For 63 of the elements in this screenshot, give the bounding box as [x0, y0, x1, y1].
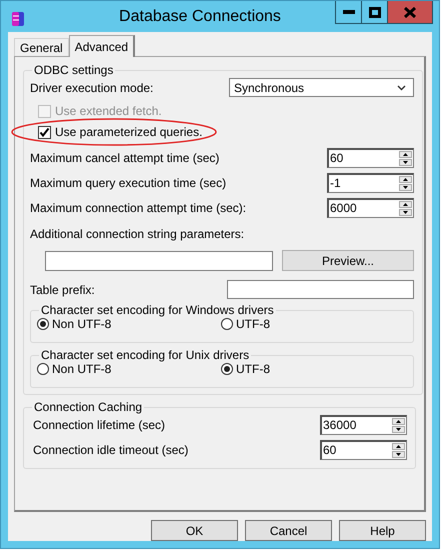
spin-up-button[interactable]: [392, 418, 405, 425]
down-arrow-icon: [403, 186, 408, 189]
spin-down-button[interactable]: [392, 426, 405, 433]
dialog-button[interactable]: Help: [339, 520, 426, 541]
spin-up-button[interactable]: [399, 151, 412, 158]
spin-down-button[interactable]: [399, 209, 412, 216]
close-button[interactable]: [387, 1, 433, 24]
field-label: Connection lifetime (sec): [33, 418, 166, 432]
database-icon: [11, 10, 25, 28]
spin-up-button[interactable]: [399, 176, 412, 183]
up-arrow-icon: [403, 203, 408, 206]
spin-down-button[interactable]: [399, 184, 412, 191]
down-arrow-icon: [396, 453, 401, 456]
radio-label[interactable]: UTF-8: [236, 317, 270, 331]
number-field[interactable]: 60: [327, 148, 414, 168]
group-title: ODBC settings: [33, 63, 114, 77]
preview-button[interactable]: Preview...: [282, 250, 414, 271]
field-label: Table prefix:: [30, 282, 95, 296]
spin-up-button[interactable]: [392, 443, 405, 450]
minimize-icon: [342, 10, 354, 14]
down-arrow-icon: [403, 161, 408, 164]
field-label: Driver execution mode:: [30, 80, 154, 94]
field-label: Maximum query execution time (sec): [30, 176, 226, 190]
number-field[interactable]: 60: [320, 440, 407, 460]
spin-down-button[interactable]: [399, 159, 412, 166]
up-arrow-icon: [403, 178, 408, 181]
text-field[interactable]: [227, 280, 414, 299]
radio-button[interactable]: [37, 363, 49, 375]
radio-button[interactable]: [221, 318, 233, 330]
dropdown[interactable]: Synchronous: [229, 78, 414, 97]
number-field[interactable]: -1: [327, 173, 414, 193]
field-label: Maximum cancel attempt time (sec): [30, 151, 220, 165]
up-arrow-icon: [396, 445, 401, 448]
number-field[interactable]: 6000: [327, 198, 414, 218]
spin-down-button[interactable]: [392, 451, 405, 458]
radio-button[interactable]: [37, 318, 49, 330]
down-arrow-icon: [403, 211, 408, 214]
up-arrow-icon: [396, 420, 401, 423]
minimize-button[interactable]: [335, 1, 362, 24]
tab[interactable]: Advanced: [68, 35, 136, 57]
window-title: Database Connections: [118, 8, 282, 26]
radio-label[interactable]: UTF-8: [236, 362, 270, 376]
group-title: Character set encoding for Unix drivers: [40, 348, 250, 362]
checkbox[interactable]: [38, 126, 51, 138]
tab[interactable]: General: [14, 38, 69, 56]
field-label: Connection idle timeout (sec): [33, 443, 188, 457]
dialog-button[interactable]: OK: [151, 520, 238, 541]
down-arrow-icon: [396, 428, 401, 431]
spin-up-button[interactable]: [399, 201, 412, 208]
radio-label[interactable]: Non UTF-8: [52, 317, 112, 331]
radio-button[interactable]: [221, 363, 233, 375]
up-arrow-icon: [403, 153, 408, 156]
number-field[interactable]: 36000: [320, 415, 407, 435]
field-label: Maximum connection attempt time (sec):: [30, 201, 246, 215]
field-label: Additional connection string parameters:: [30, 227, 246, 241]
group-title: Character set encoding for Windows drivers: [40, 303, 275, 317]
maximize-icon: [368, 6, 380, 18]
text-field[interactable]: [45, 250, 273, 270]
chevron-icon: [397, 84, 406, 90]
radio-label[interactable]: Non UTF-8: [52, 362, 112, 376]
dialog-button[interactable]: Cancel: [245, 520, 332, 541]
close-icon: [404, 6, 416, 18]
group-title: Connection Caching: [33, 400, 144, 414]
